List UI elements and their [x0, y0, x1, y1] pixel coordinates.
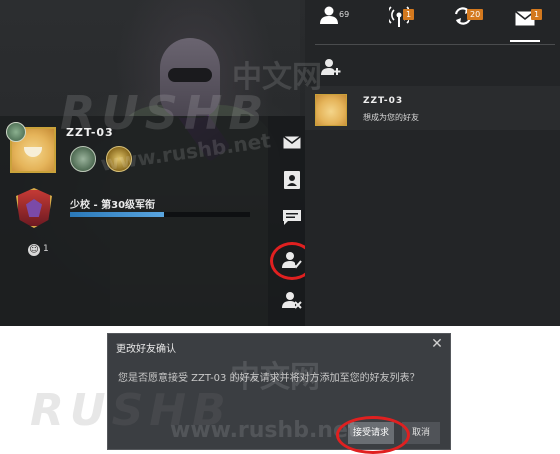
doge-avatar-icon	[24, 147, 42, 157]
tab-messages[interactable]: 1	[515, 6, 543, 34]
xp-progress-fill	[70, 212, 164, 217]
request-status-text: 想成为您的好友	[363, 113, 419, 122]
panel-divider	[315, 44, 555, 45]
chat-bubble-icon	[283, 210, 301, 225]
soldier-balaclava-eyes	[168, 68, 212, 82]
profile-card-icon	[284, 171, 300, 189]
gold-medal-icon	[106, 146, 132, 172]
dialog-message: 您是否愿意接受 ZZT-03 的好友请求并将对方添加至您的好友列表？	[118, 373, 420, 384]
view-profile-button[interactable]	[280, 168, 304, 192]
friends-panel: 69 1 20 1 ZZT-03 想成为您的好友	[305, 0, 560, 326]
player-profile-card: ZZT-03 少校 - 第30级军衔 ☺ 1	[0, 116, 268, 326]
chat-button[interactable]	[280, 206, 304, 230]
tab-refresh[interactable]: 20	[453, 6, 484, 34]
game-screen: ZZT-03 少校 - 第30级军衔 ☺ 1 69 1 20 1 ZZT-03 …	[0, 0, 560, 326]
remove-friend-button[interactable]	[280, 288, 304, 312]
accept-button-highlight-circle	[336, 416, 410, 454]
active-tab-indicator	[510, 40, 540, 42]
add-friend-button[interactable]	[321, 58, 341, 78]
xp-progress-bar	[70, 212, 250, 217]
friends-count: 69	[339, 10, 350, 19]
broadcast-badge: 1	[403, 9, 415, 20]
send-message-button[interactable]	[280, 130, 304, 154]
friend-request-row[interactable]: ZZT-03 想成为您的好友	[305, 86, 560, 130]
user-plus-icon	[321, 59, 341, 75]
tab-broadcast[interactable]: 1	[389, 6, 415, 34]
rank-emblem-icon	[16, 188, 52, 228]
mail-icon	[283, 135, 301, 148]
user-remove-icon	[282, 292, 302, 309]
messages-badge: 1	[531, 9, 543, 20]
close-icon[interactable]: ✕	[430, 337, 444, 351]
smiley-icon: ☺	[28, 244, 40, 256]
rank-title: 少校 - 第30级军衔	[70, 200, 156, 211]
tab-friends[interactable]: 69	[319, 6, 349, 34]
commend-count: 1	[43, 244, 49, 254]
skill-group-icon	[6, 122, 26, 142]
refresh-badge: 20	[467, 9, 484, 20]
player-name: ZZT-03	[66, 126, 114, 139]
request-avatar	[315, 94, 347, 126]
dialog-title: 更改好友确认	[116, 344, 176, 355]
request-player-name: ZZT-03	[363, 96, 404, 106]
service-medal-icon	[70, 146, 96, 172]
dialog-header: 更改好友确认 ✕	[108, 334, 450, 356]
friends-icon	[320, 6, 338, 24]
